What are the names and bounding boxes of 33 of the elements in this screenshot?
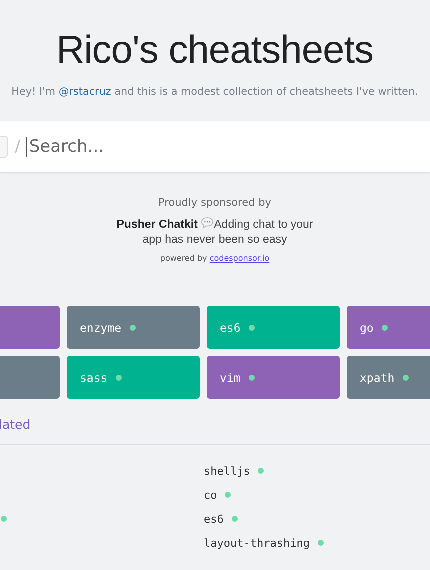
status-dot (225, 492, 232, 498)
page-title: Rico's cheatsheets (55, 28, 375, 74)
intro-text: Hey! I'm @rstacruz and this is a modest collection of cheatsheets I've written. (10, 86, 420, 98)
cheatsheet-link[interactable]: layout-thrashing (204, 536, 310, 550)
status-dot (248, 324, 255, 330)
cheatsheet-card[interactable]: enzyme (67, 306, 200, 349)
sponsor-link[interactable]: codesponsor.io (210, 254, 270, 263)
cheatsheet-card[interactable]: vim (207, 356, 340, 399)
search-separator: / (15, 137, 20, 156)
search-field[interactable]: Search... (26, 121, 430, 172)
powered-by-text: powered by (160, 254, 208, 263)
search-input[interactable]: Search... (26, 136, 370, 156)
cheatsheet-link[interactable]: es6 (204, 512, 224, 526)
speech-bubble-icon (201, 217, 214, 229)
cheatsheet-card[interactable]: es6 (207, 306, 340, 349)
status-dot (248, 374, 255, 380)
status-dot (130, 324, 136, 330)
status-dot (318, 540, 324, 546)
status-dot (382, 324, 388, 330)
status-dot (1, 516, 7, 522)
status-dot (232, 516, 238, 522)
cheatsheet-card[interactable]: go (347, 306, 430, 349)
status-dot (402, 374, 409, 380)
section-heading: lated (0, 417, 32, 432)
cheatsheet-link[interactable]: co (204, 488, 218, 502)
status-dot (116, 374, 122, 380)
cheatsheet-card[interactable]: sass (67, 356, 200, 399)
sponsor-message[interactable]: Pusher Chatkit Adding chat to your app has never been so easy (109, 217, 321, 248)
profile-link[interactable]: @rstacruz (58, 86, 112, 98)
cheatsheet-link[interactable]: shelljs (204, 464, 250, 478)
status-dot (258, 468, 264, 474)
cheatsheet-card[interactable]: xpath (347, 356, 430, 399)
sponsor-caption: Proudly sponsored by (158, 197, 272, 209)
